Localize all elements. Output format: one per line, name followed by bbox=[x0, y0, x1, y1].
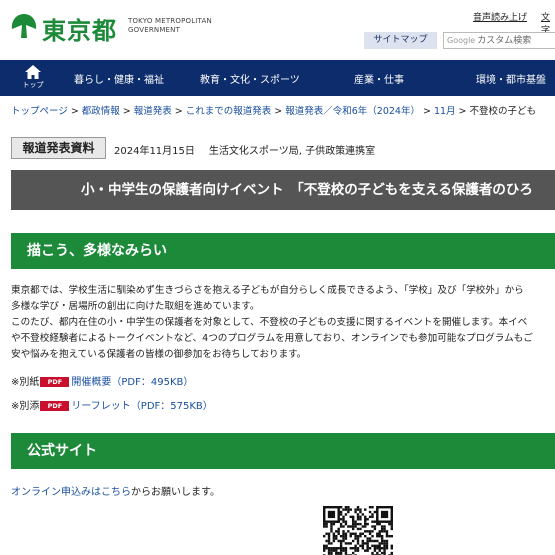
attachment-prefix: ※別添 bbox=[11, 401, 40, 412]
sitemap-button[interactable]: サイトマップ bbox=[364, 32, 437, 49]
home-icon bbox=[25, 65, 41, 79]
breadcrumb: トップページ > 都政情報 > 報道発表 > これまでの報道発表 > 報道発表／令和6年（202… bbox=[11, 106, 537, 117]
body-line: このたび、都内在住の小・中学生の保護者を対象として、不登校の子どもの支援に関する… bbox=[11, 317, 528, 328]
section-heading-vision: 描こう、多様なみらい bbox=[11, 233, 555, 269]
nav-item-environment[interactable]: 環境・都市基盤 bbox=[476, 71, 546, 86]
body-line: 多様な学び・居場所の創出に向けた取組を進めています。 bbox=[11, 301, 260, 312]
search-brand: Google bbox=[447, 36, 476, 45]
site-logo-text[interactable]: 東京都 bbox=[42, 11, 117, 46]
body-paragraph: 東京都では、学校生活に馴染めず生きづらさを抱える子どもが自分らしく成長できるよう… bbox=[11, 283, 555, 363]
breadcrumb-link[interactable]: これまでの報道発表 bbox=[186, 106, 272, 117]
search-placeholder: カスタム検索 bbox=[477, 36, 532, 46]
nav-home-label: トップ bbox=[22, 81, 44, 89]
breadcrumb-link[interactable]: 都政情報 bbox=[82, 106, 120, 117]
site-logo-english: TOKYO METROPOLITAN GOVERNMENT bbox=[128, 17, 212, 34]
online-application-link[interactable]: オンライン申込みはこちら bbox=[11, 487, 131, 498]
site-header: 東京都 TOKYO METROPOLITAN GOVERNMENT 音声読み上げ… bbox=[0, 0, 555, 58]
attachment-prefix: ※別紙 bbox=[11, 377, 40, 388]
body-line: 安や悩みを抱えている保護者の皆様の御参加をお待ちしております。 bbox=[11, 349, 307, 360]
attachment-row: ※別添 PDF リーフレット（PDF：575KB） bbox=[11, 397, 213, 412]
search-input[interactable]: Google カスタム検索 bbox=[443, 32, 555, 49]
page-title: 小・中学生の保護者向けイベント 「不登校の子どもを支える保護者のひろ bbox=[11, 170, 555, 210]
press-meta: 2024年11月15日 生活文化スポーツ局, 子供政策連携室 bbox=[114, 142, 375, 157]
nav-item-industry[interactable]: 産業・仕事 bbox=[354, 71, 404, 86]
attachment-row: ※別紙 PDF 開催概要（PDF：495KB） bbox=[11, 373, 193, 388]
press-departments: 生活文化スポーツ局, 子供政策連携室 bbox=[208, 146, 376, 157]
breadcrumb-link[interactable]: 報道発表／令和6年（2024年） bbox=[285, 106, 420, 117]
voice-reader-link[interactable]: 音声読み上げ bbox=[473, 10, 527, 23]
pdf-icon: PDF bbox=[40, 377, 70, 387]
qr-code-icon bbox=[323, 506, 393, 555]
attachment-link-leaflet[interactable]: リーフレット（PDF：575KB） bbox=[71, 401, 212, 412]
nav-home[interactable]: トップ bbox=[20, 65, 46, 93]
nav-item-living[interactable]: 暮らし・健康・福祉 bbox=[74, 71, 164, 86]
press-release-label: 報道発表資料 bbox=[11, 137, 106, 159]
breadcrumb-link[interactable]: トップページ bbox=[11, 106, 68, 117]
breadcrumb-current: 不登校の子ども bbox=[469, 106, 537, 117]
section-heading-official-site: 公式サイト bbox=[11, 433, 555, 469]
pdf-icon: PDF bbox=[40, 401, 70, 411]
body-line: 東京都では、学校生活に馴染めず生きづらさを抱える子どもが自分らしく成長できるよう… bbox=[11, 285, 524, 296]
body-line: や不登校経験者によるトークイベントなど、4つのプログラムを用意しており、オンライ… bbox=[11, 333, 533, 344]
tokyo-ginkgo-logo-icon[interactable] bbox=[10, 12, 38, 40]
global-nav: トップ 暮らし・健康・福祉 教育・文化・スポーツ 産業・仕事 環境・都市基盤 bbox=[0, 60, 555, 96]
online-application-text: オンライン申込みはこちらからお願いします。 bbox=[11, 487, 220, 498]
attachment-link-overview[interactable]: 開催概要（PDF：495KB） bbox=[71, 377, 193, 388]
nav-item-education[interactable]: 教育・文化・スポーツ bbox=[200, 71, 300, 86]
breadcrumb-link[interactable]: 報道発表 bbox=[134, 106, 172, 117]
breadcrumb-link[interactable]: 11月 bbox=[434, 106, 456, 117]
press-date: 2024年11月15日 bbox=[114, 146, 195, 157]
